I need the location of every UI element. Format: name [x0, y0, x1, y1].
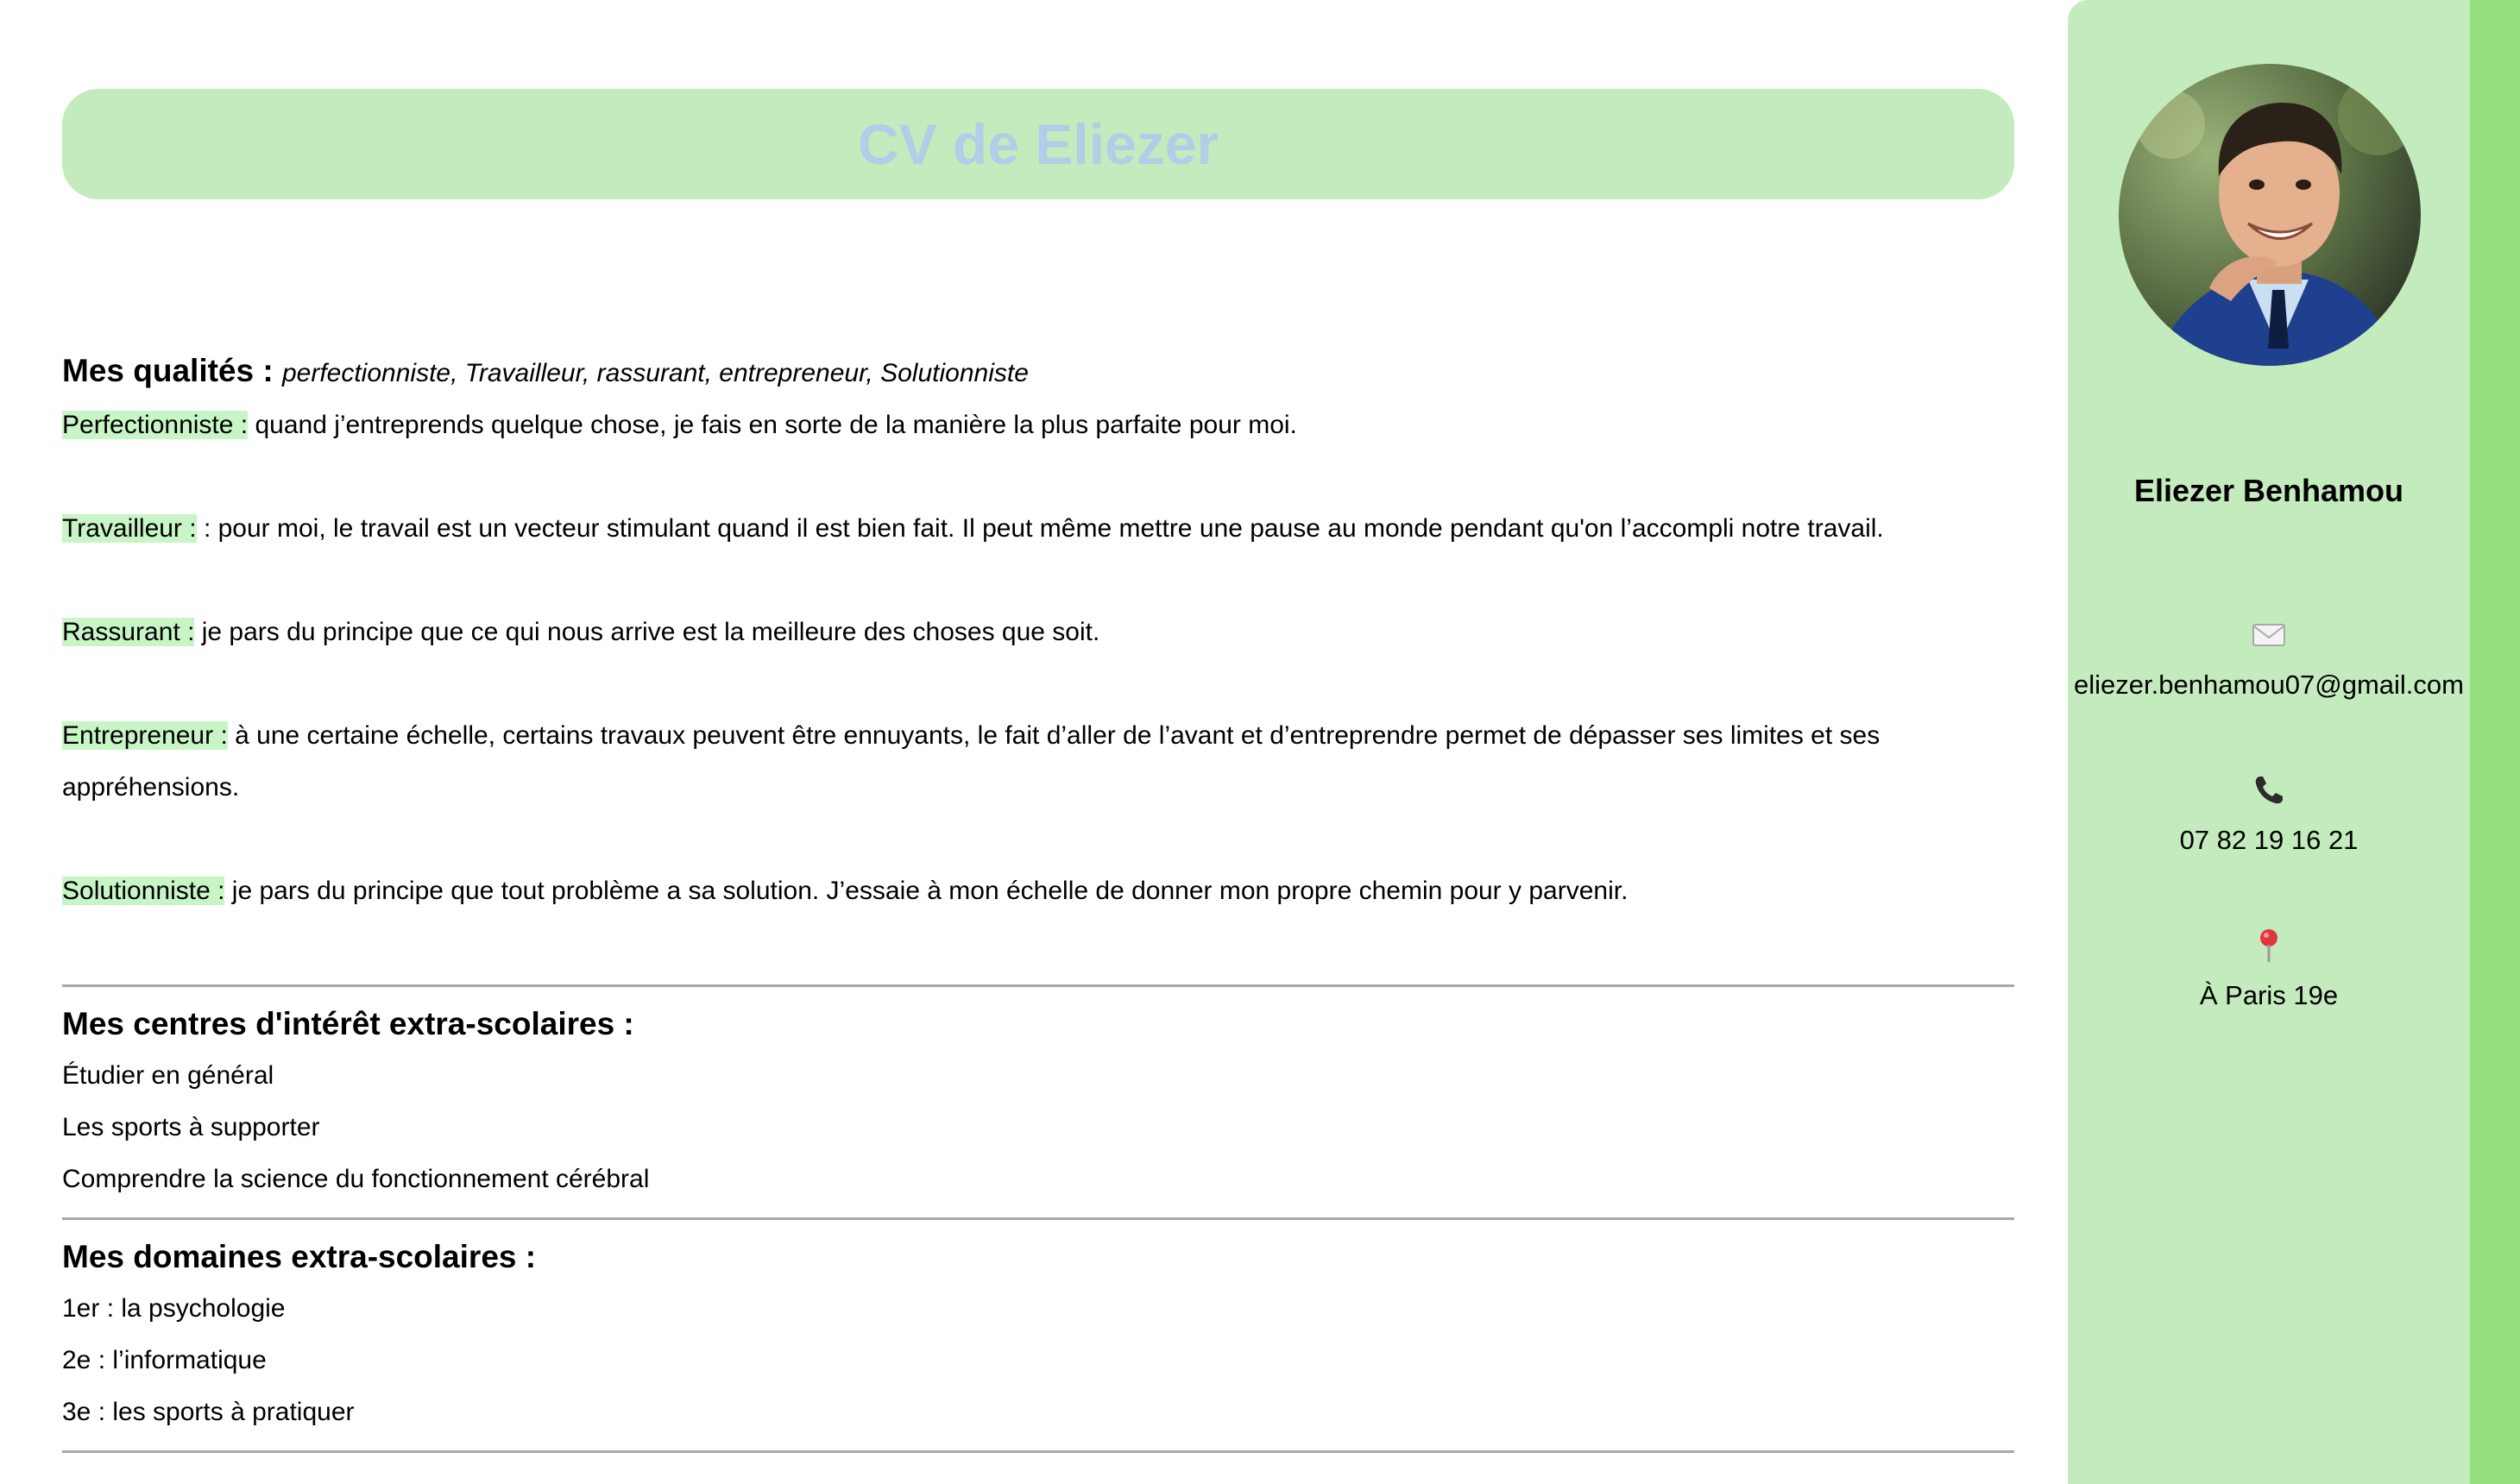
quality-label: Rassurant :: [62, 618, 195, 646]
domains-heading: Mes domaines extra-scolaires :: [62, 1239, 537, 1274]
main-content: Mes qualités : perfectionniste, Travaill…: [62, 345, 2014, 1453]
profile-email[interactable]: eliezer.benhamou07@gmail.com: [2068, 666, 2470, 704]
sidebar-accent-strip: [2470, 0, 2520, 1484]
profile-location: À Paris 19e: [2199, 980, 2339, 1010]
interest-item: Étudier en général: [62, 1061, 274, 1090]
interest-item: Comprendre la science du fonctionnement …: [62, 1165, 650, 1193]
quality-label: Entrepreneur :: [62, 721, 228, 750]
profile-phone[interactable]: 07 82 19 16 21: [2068, 821, 2470, 859]
title-banner: CV de Eliezer: [62, 89, 2014, 199]
quality-text: : pour moi, le travail est un vecteur st…: [203, 514, 1884, 543]
quality-text: je pars du principe que ce qui nous arri…: [201, 618, 1100, 646]
quality-label: Perfectionniste :: [62, 411, 249, 439]
pin-icon: [2068, 925, 2470, 964]
telephone-icon: [2068, 770, 2470, 808]
domain-item: 2e : l’informatique: [62, 1346, 267, 1374]
qualities-list: perfectionniste, Travailleur, rassurant,…: [281, 359, 1029, 387]
section-divider: [62, 1450, 2014, 1453]
avatar: [2119, 64, 2421, 366]
interests-heading: Mes centres d'intérêt extra-scolaires :: [62, 1006, 634, 1041]
quality-travailleur: Travailleur : : pour moi, le travail est…: [62, 503, 2014, 555]
interest-item: Les sports à supporter: [62, 1113, 320, 1141]
avatar-photo: [2119, 64, 2421, 366]
profile-sidebar: Eliezer Benhamou eliezer.benhamou07@gmai…: [2068, 0, 2470, 1484]
section-divider: [62, 1217, 2014, 1220]
quality-text: je pars du principe que tout problème a …: [231, 877, 1629, 905]
qualities-heading-label: Mes qualités :: [62, 353, 274, 388]
profile-name: Eliezer Benhamou: [2133, 473, 2404, 508]
quality-label: Travailleur :: [62, 514, 197, 543]
cv-page: CV de Eliezer Mes qualités : perfectionn…: [0, 0, 2520, 1484]
quality-solutionniste: Solutionniste : je pars du principe que …: [62, 865, 2014, 917]
quality-text: à une certaine échelle, certains travaux…: [62, 721, 1881, 802]
quality-perfectionniste: Perfectionniste : quand j’entreprends qu…: [62, 399, 2014, 451]
quality-entrepreneur: Entrepreneur : à une certaine échelle, c…: [62, 710, 2014, 814]
quality-text: quand j’entreprends quelque chose, je fa…: [255, 411, 1297, 439]
section-divider: [62, 984, 2014, 987]
page-title: CV de Eliezer: [857, 112, 1219, 176]
quality-label: Solutionniste :: [62, 877, 225, 905]
domain-item: 3e : les sports à pratiquer: [62, 1398, 355, 1426]
qualities-heading: Mes qualités : perfectionniste, Travaill…: [62, 345, 2014, 399]
quality-rassurant: Rassurant : je pars du principe que ce q…: [62, 607, 2014, 658]
envelope-icon: [2068, 614, 2470, 652]
domain-item: 1er : la psychologie: [62, 1294, 286, 1323]
